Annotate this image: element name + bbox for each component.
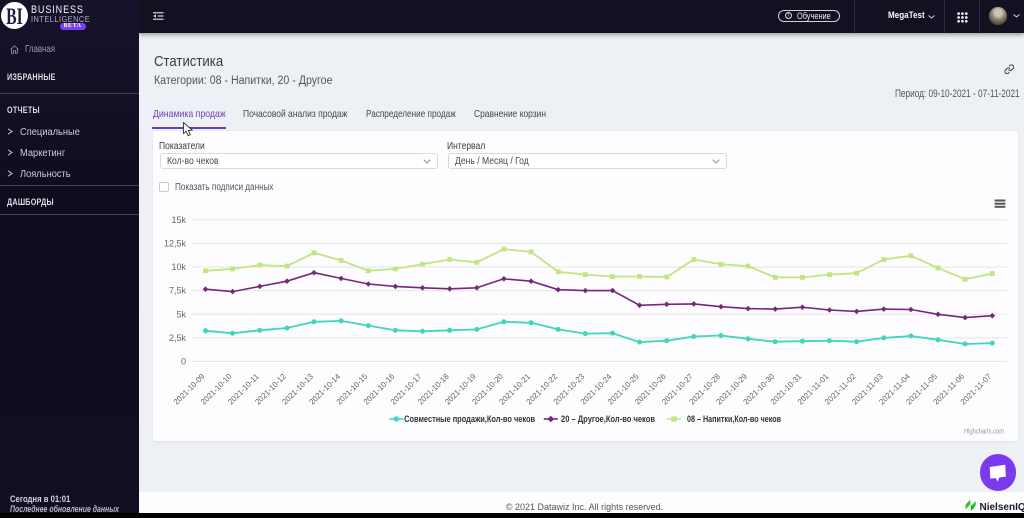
svg-text:2,5k: 2,5k bbox=[169, 333, 187, 343]
svg-text:20 – Другое,Кол-во чеков: 20 – Другое,Кол-во чеков bbox=[561, 414, 655, 425]
svg-text:10k: 10k bbox=[171, 262, 186, 272]
svg-text:Совместные продажи,Кол-во чеко: Совместные продажи,Кол-во чеков bbox=[404, 414, 535, 425]
svg-text:Highcharts.com: Highcharts.com bbox=[964, 427, 1004, 436]
svg-text:7,5k: 7,5k bbox=[169, 286, 187, 296]
svg-text:NielsenIQ: NielsenIQ bbox=[979, 502, 1024, 512]
svg-text:08 – Напитки,Кол-во чеков: 08 – Напитки,Кол-во чеков bbox=[687, 414, 781, 425]
svg-text:0: 0 bbox=[181, 357, 186, 367]
svg-text:15k: 15k bbox=[171, 215, 186, 225]
svg-text:12,5k: 12,5k bbox=[164, 238, 187, 248]
svg-text:5k: 5k bbox=[176, 309, 186, 319]
